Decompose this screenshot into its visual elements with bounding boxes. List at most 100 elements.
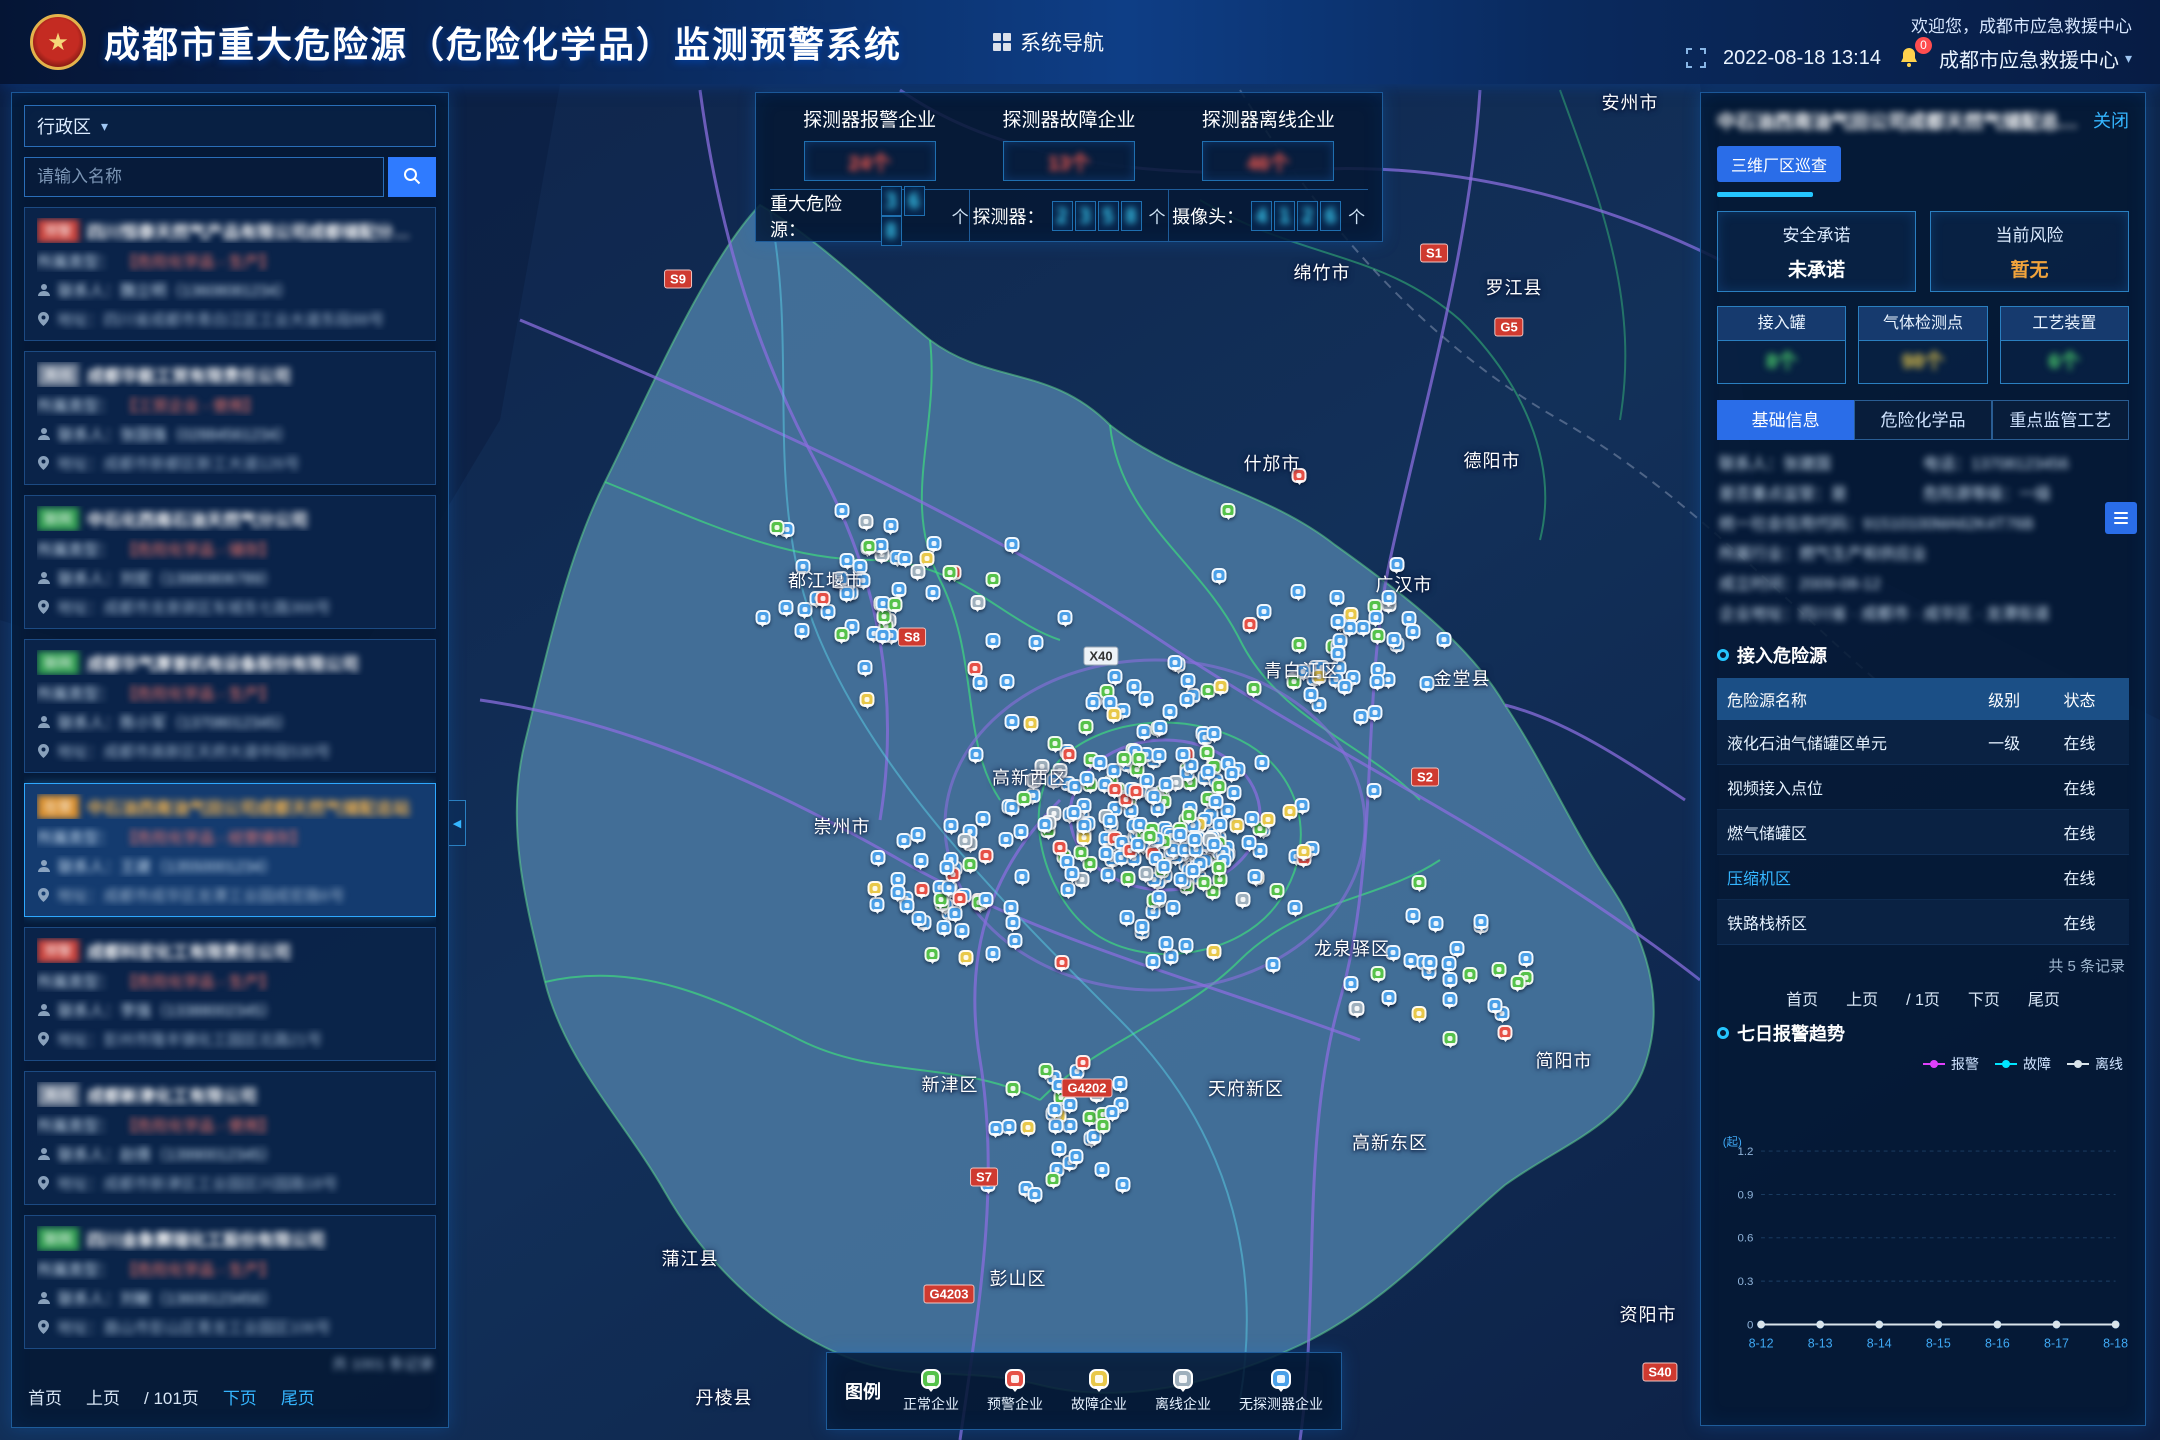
enterprise-marker[interactable]: [1329, 590, 1344, 605]
enterprise-marker[interactable]: [1212, 568, 1227, 583]
enterprise-marker[interactable]: [1441, 956, 1456, 971]
fullscreen-icon[interactable]: [1685, 47, 1707, 69]
next-page-button[interactable]: 下页: [1968, 986, 2000, 1010]
trend-legend-item[interactable]: 离线: [2067, 1054, 2123, 1074]
enterprise-marker[interactable]: [860, 692, 875, 707]
enterprise-marker[interactable]: [1422, 955, 1437, 970]
district-filter[interactable]: 行政区 ▾: [24, 105, 436, 147]
enterprise-marker[interactable]: [1106, 707, 1121, 722]
enterprise-marker[interactable]: [970, 595, 985, 610]
enterprise-marker[interactable]: [1159, 777, 1174, 792]
enterprise-marker[interactable]: [794, 623, 809, 638]
enterprise-marker[interactable]: [1004, 900, 1019, 915]
enterprise-marker[interactable]: [968, 747, 983, 762]
enterprise-marker[interactable]: [1386, 632, 1401, 647]
enterprise-marker[interactable]: [1058, 610, 1073, 625]
last-page-button[interactable]: 尾页: [2028, 986, 2060, 1010]
org-dropdown[interactable]: 成都市应急救援中心 ▾: [1939, 44, 2132, 73]
table-row[interactable]: 液化石油气储罐区单元一级在线: [1717, 720, 2129, 765]
enterprise-marker[interactable]: [1142, 829, 1157, 844]
enterprise-marker[interactable]: [1152, 720, 1167, 735]
company-list-item[interactable]: 联网四川金象赛瑞化工股份有限公司所属类型：【危险化学品 - 生产】联系人：刘敏（…: [24, 1215, 436, 1349]
enterprise-marker[interactable]: [1288, 900, 1303, 915]
enterprise-marker[interactable]: [1186, 863, 1201, 878]
enterprise-marker[interactable]: [1187, 832, 1202, 847]
enterprise-marker[interactable]: [1269, 883, 1284, 898]
tab-基础信息[interactable]: 基础信息: [1717, 400, 1854, 440]
enterprise-marker[interactable]: [1173, 827, 1188, 842]
enterprise-marker[interactable]: [1224, 766, 1239, 781]
enterprise-marker[interactable]: [1113, 1076, 1128, 1091]
enterprise-marker[interactable]: [1038, 1063, 1053, 1078]
enterprise-marker[interactable]: [1021, 1120, 1036, 1135]
enterprise-marker[interactable]: [1492, 962, 1507, 977]
enterprise-marker[interactable]: [988, 1121, 1003, 1136]
enterprise-marker[interactable]: [1462, 967, 1477, 982]
system-nav-button[interactable]: 系统导航: [992, 27, 1104, 57]
enterprise-marker[interactable]: [1181, 808, 1196, 823]
enterprise-marker[interactable]: [779, 600, 794, 615]
enterprise-marker[interactable]: [1014, 824, 1029, 839]
enterprise-marker[interactable]: [1443, 972, 1458, 987]
legend-item-正常企业[interactable]: 正常企业: [903, 1369, 959, 1414]
tab-重点监管工艺[interactable]: 重点监管工艺: [1992, 400, 2129, 440]
enterprise-marker[interactable]: [1121, 871, 1136, 886]
enterprise-marker[interactable]: [985, 633, 1000, 648]
enterprise-marker[interactable]: [963, 857, 978, 872]
enterprise-marker[interactable]: [910, 827, 925, 842]
enterprise-marker[interactable]: [1406, 908, 1421, 923]
enterprise-marker[interactable]: [1450, 941, 1465, 956]
enterprise-marker[interactable]: [834, 627, 849, 642]
notification-bell[interactable]: 0: [1897, 45, 1923, 71]
enterprise-marker[interactable]: [1244, 811, 1259, 826]
table-row[interactable]: 铁路栈桥区在线: [1717, 900, 2129, 945]
enterprise-marker[interactable]: [859, 514, 874, 529]
enterprise-marker[interactable]: [1367, 705, 1382, 720]
enterprise-marker[interactable]: [1181, 673, 1196, 688]
enterprise-marker[interactable]: [978, 848, 993, 863]
collapse-sidebar-button[interactable]: ◀: [449, 800, 466, 846]
last-page-button[interactable]: 尾页: [281, 1384, 315, 1409]
enterprise-marker[interactable]: [910, 564, 925, 579]
enterprise-marker[interactable]: [1028, 1187, 1043, 1202]
trend-legend-item[interactable]: 报警: [1923, 1054, 1979, 1074]
enterprise-marker[interactable]: [862, 539, 877, 554]
enterprise-marker[interactable]: [1015, 869, 1030, 884]
enterprise-marker[interactable]: [1474, 914, 1489, 929]
enterprise-marker[interactable]: [1179, 938, 1194, 953]
enterprise-marker[interactable]: [1103, 813, 1118, 828]
search-button[interactable]: [388, 157, 436, 197]
enterprise-marker[interactable]: [953, 891, 968, 906]
3d-tour-button[interactable]: 三维厂区巡查: [1717, 146, 1841, 182]
enterprise-marker[interactable]: [913, 853, 928, 868]
enterprise-marker[interactable]: [1080, 771, 1095, 786]
enterprise-marker[interactable]: [925, 585, 940, 600]
enterprise-marker[interactable]: [883, 518, 898, 533]
enterprise-marker[interactable]: [1443, 1031, 1458, 1046]
enterprise-marker[interactable]: [1062, 1097, 1077, 1112]
table-row[interactable]: 燃气储罐区在线: [1717, 810, 2129, 855]
enterprise-marker[interactable]: [1519, 951, 1534, 966]
enterprise-marker[interactable]: [1139, 691, 1154, 706]
enterprise-marker[interactable]: [888, 597, 903, 612]
enterprise-marker[interactable]: [1132, 751, 1147, 766]
enterprise-marker[interactable]: [999, 674, 1014, 689]
enterprise-marker[interactable]: [1405, 624, 1420, 639]
enterprise-marker[interactable]: [1053, 840, 1068, 855]
enterprise-marker[interactable]: [1076, 818, 1091, 833]
enterprise-marker[interactable]: [1282, 804, 1297, 819]
enterprise-marker[interactable]: [835, 503, 850, 518]
enterprise-marker[interactable]: [871, 850, 886, 865]
enterprise-marker[interactable]: [1201, 764, 1216, 779]
prev-page-button[interactable]: 上页: [1846, 986, 1878, 1010]
enterprise-marker[interactable]: [1221, 503, 1236, 518]
prev-page-button[interactable]: 上页: [86, 1384, 120, 1409]
enterprise-marker[interactable]: [1255, 755, 1270, 770]
enterprise-marker[interactable]: [1235, 892, 1250, 907]
enterprise-marker[interactable]: [1065, 866, 1080, 881]
enterprise-marker[interactable]: [1157, 859, 1172, 874]
enterprise-marker[interactable]: [1165, 900, 1180, 915]
enterprise-marker[interactable]: [1085, 695, 1100, 710]
legend-item-离线企业[interactable]: 离线企业: [1155, 1369, 1211, 1414]
enterprise-marker[interactable]: [1412, 875, 1427, 890]
